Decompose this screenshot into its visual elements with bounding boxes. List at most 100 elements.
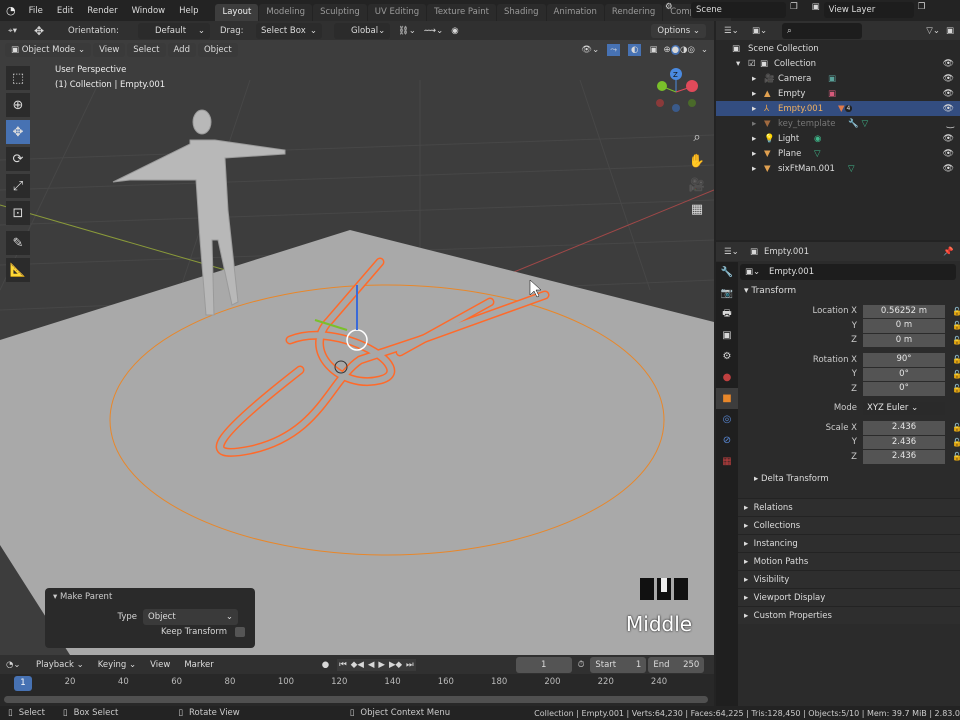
outliner-item-key-template[interactable]: ▸ ▼ key_template 🔧 ▽ ‿	[716, 116, 960, 131]
editor-type-icon[interactable]: ◔⌄	[6, 660, 30, 670]
scale-z-field[interactable]: 2.436	[863, 450, 945, 464]
light-data-icon[interactable]: ◉	[814, 134, 821, 144]
measure-icon[interactable]: 📐	[6, 258, 30, 282]
navigation-gizmo[interactable]: Z	[656, 68, 698, 112]
scale-y-field[interactable]: 2.436	[863, 435, 945, 449]
timeline-ruler[interactable]: 20 40 60 80 100 120 140 160 180 200 220 240 1	[0, 674, 714, 706]
proportional-edit-icon[interactable]: ◉	[451, 26, 458, 36]
camera-data-icon[interactable]: ▣	[828, 74, 836, 84]
pin-icon[interactable]: 📌	[943, 247, 954, 257]
eye-icon[interactable]: 👁	[943, 104, 954, 114]
drag-dropdown[interactable]: Select Box ⌄	[256, 22, 322, 39]
eye-icon[interactable]: 👁	[943, 149, 954, 159]
tab-uv-editing[interactable]: UV Editing	[367, 4, 427, 21]
tab-modeling[interactable]: Modeling	[259, 4, 313, 21]
mesh-child-icon[interactable]: ▼	[838, 104, 845, 114]
rotation-mode-dropdown[interactable]: XYZ Euler ⌄	[863, 401, 945, 415]
render-tab-icon[interactable]: 📷	[716, 283, 738, 304]
scene-icon[interactable]: ⚙	[665, 2, 687, 18]
tab-shading[interactable]: Shading	[496, 4, 546, 21]
mesh-data-icon[interactable]: ▽	[862, 119, 869, 129]
play-reverse-icon[interactable]: ◀	[365, 658, 377, 671]
editor-type-icon[interactable]: ☰⌄	[724, 247, 750, 257]
panel-collections[interactable]: ▸ Collections	[738, 516, 960, 534]
eye-icon[interactable]: 👁	[943, 59, 954, 69]
outliner-scene-collection[interactable]: ▣ Scene Collection	[716, 41, 960, 56]
select-box-icon[interactable]: ⬚	[6, 66, 30, 90]
constraints-tab-icon[interactable]: ⊘	[716, 430, 738, 451]
display-mode-icon[interactable]: ☰⌄	[724, 26, 752, 36]
panel-motion-paths[interactable]: ▸ Motion Paths	[738, 552, 960, 570]
lock-icon[interactable]: 🔓	[952, 336, 960, 345]
record-icon[interactable]: ●	[322, 660, 329, 670]
hand-icon[interactable]: ✋	[686, 150, 708, 172]
lock-icon[interactable]: 🔓	[952, 452, 960, 461]
menu-render[interactable]: Render	[80, 6, 124, 16]
scale-icon[interactable]: ⤢	[6, 174, 30, 198]
blender-logo-icon[interactable]: ◔	[0, 4, 22, 17]
outliner-item-empty[interactable]: ▸ ▲ Empty ▣ 👁	[716, 86, 960, 101]
physics-tab-icon[interactable]: ◎	[716, 409, 738, 430]
copy-view-layer-icon[interactable]: ❐	[918, 2, 926, 18]
next-keyframe-icon[interactable]: ▶◆	[386, 658, 405, 671]
view-layer-icon[interactable]: ▣	[812, 2, 820, 18]
expand-arrow-icon[interactable]: ▾	[736, 59, 748, 69]
rotation-x-field[interactable]: 90°	[863, 353, 945, 367]
end-frame-field[interactable]: End 250	[648, 656, 705, 673]
scene-tab-icon[interactable]: ⚙	[716, 346, 738, 367]
menu-file[interactable]: File	[22, 6, 50, 16]
location-y-field[interactable]: 0 m	[863, 319, 945, 333]
checkbox-icon[interactable]: ☑	[748, 59, 760, 69]
lock-icon[interactable]: 🔓	[952, 438, 960, 447]
output-tab-icon[interactable]: 🖶	[716, 304, 738, 325]
menu-playback[interactable]: Playback ⌄	[30, 658, 90, 672]
snap-icon[interactable]: ⟿⌄	[424, 26, 443, 36]
rotate-icon[interactable]: ⟳	[6, 147, 30, 171]
object-data-tab-icon[interactable]: ▦	[716, 451, 738, 472]
menu-view[interactable]: View	[144, 658, 176, 672]
eye-icon[interactable]: 👁	[943, 89, 954, 99]
transform-icon[interactable]: ⊡	[6, 201, 30, 225]
panel-custom-properties[interactable]: ▸ Custom Properties	[738, 606, 960, 624]
move-icon[interactable]: ✥	[6, 120, 30, 144]
annotate-icon[interactable]: ✎	[6, 231, 30, 255]
image-icon[interactable]: ▣	[828, 89, 836, 99]
tool-tab-icon[interactable]: 🔧	[716, 262, 738, 283]
panel-visibility[interactable]: ▸ Visibility	[738, 570, 960, 588]
eye-hidden-icon[interactable]: ‿	[947, 119, 954, 129]
mesh-data-icon[interactable]: ▽	[848, 164, 855, 174]
lock-icon[interactable]: 🔓	[952, 423, 960, 432]
stopwatch-icon[interactable]: ⏱	[578, 660, 585, 670]
outliner-search[interactable]: ⌕	[782, 22, 862, 39]
outliner-item-collection[interactable]: ▾ ☑ ▣ Collection 👁	[716, 56, 960, 71]
pivot-icon[interactable]: ⛓⌄	[398, 26, 416, 36]
object-name-field[interactable]: ▣⌄ Empty.001	[740, 264, 956, 280]
delta-transform-subpanel[interactable]: ▸ Delta Transform	[754, 474, 956, 484]
type-dropdown[interactable]: Object ⌄	[143, 609, 238, 625]
lock-icon[interactable]: 🔓	[952, 321, 960, 330]
view-layer-selector[interactable]: View Layer	[823, 2, 914, 18]
3d-viewport[interactable]: ▣ Object Mode ⌄ View Select Add Object 👁…	[0, 40, 714, 655]
wrench-icon[interactable]: 🔧	[848, 119, 859, 129]
options-button[interactable]: Options ⌄	[651, 23, 706, 38]
lock-icon[interactable]: 🔓	[952, 384, 960, 393]
menu-help[interactable]: Help	[172, 6, 205, 16]
transform-panel-header[interactable]: ▾ Transform	[744, 286, 956, 296]
tool-settings-icon[interactable]: ⌖▾	[8, 26, 34, 36]
cursor-icon[interactable]: ⊕	[6, 93, 30, 117]
lock-icon[interactable]: 🔓	[952, 370, 960, 379]
filter-icon[interactable]: ▽⌄	[926, 26, 940, 36]
eye-icon[interactable]: 👁	[943, 134, 954, 144]
orientation-dropdown[interactable]: Default ⌄	[138, 22, 210, 39]
current-frame-field[interactable]: 1	[515, 656, 572, 673]
outliner-item-plane[interactable]: ▸ ▼ Plane ▽ 👁	[716, 146, 960, 161]
location-x-field[interactable]: 0.56252 m	[863, 304, 945, 318]
copy-scene-icon[interactable]: ❐	[790, 2, 798, 18]
view-layer-tab-icon[interactable]: ▣	[716, 325, 738, 346]
camera-icon[interactable]: 🎥	[686, 174, 708, 196]
transform-orientation-dropdown[interactable]: Global ⌄	[334, 22, 390, 39]
tab-animation[interactable]: Animation	[546, 4, 604, 21]
panel-instancing[interactable]: ▸ Instancing	[738, 534, 960, 552]
eye-icon[interactable]: 👁	[943, 164, 954, 174]
scene-selector[interactable]: Scene	[691, 2, 786, 18]
